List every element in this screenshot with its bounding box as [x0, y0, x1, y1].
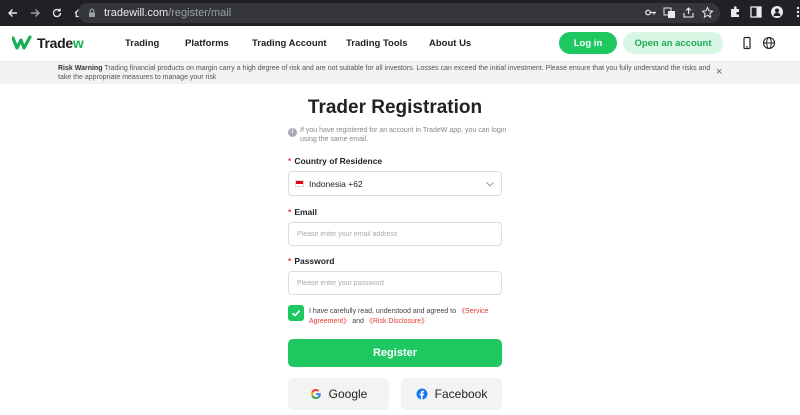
nav-trading-account[interactable]: Trading Account: [252, 38, 327, 49]
logo-mark-icon: [12, 35, 32, 50]
google-signin-button[interactable]: Google: [288, 378, 389, 410]
email-label: * Email: [288, 207, 317, 217]
nav-trading-tools[interactable]: Trading Tools: [346, 38, 408, 49]
risk-warning-title: Risk Warning: [58, 65, 103, 72]
info-icon: i: [288, 128, 297, 137]
nav-trading[interactable]: Trading: [125, 38, 159, 49]
agree-checkbox[interactable]: [288, 305, 304, 321]
info-text: If you have registered for an account in…: [300, 127, 507, 143]
tradew-logo[interactable]: Tradew: [12, 35, 84, 51]
login-button[interactable]: Log in: [559, 32, 617, 54]
facebook-signin-button[interactable]: Facebook: [401, 378, 502, 410]
star-icon[interactable]: [701, 6, 714, 19]
site-header: Tradew Trading Platforms Trading Account…: [0, 26, 800, 62]
extensions-icon[interactable]: [728, 5, 742, 19]
mobile-icon[interactable]: [740, 36, 754, 50]
page-title: Trader Registration: [307, 97, 483, 118]
reload-icon[interactable]: [48, 4, 66, 22]
globe-icon[interactable]: [762, 36, 776, 50]
chevron-down-icon: [486, 182, 494, 187]
email-field[interactable]: [288, 222, 502, 246]
facebook-label: Facebook: [434, 387, 488, 401]
country-label: * Country of Residence: [288, 156, 383, 166]
nav-about-us[interactable]: About Us: [429, 38, 471, 49]
logo-text: Tradew: [37, 35, 84, 51]
facebook-icon: [416, 388, 428, 400]
address-bar[interactable]: tradewill.com/register/mail: [78, 3, 720, 23]
browser-toolbar: tradewill.com/register/mail: [0, 0, 800, 26]
translate-icon[interactable]: [663, 6, 676, 19]
forward-icon[interactable]: [26, 4, 44, 22]
back-icon[interactable]: [4, 4, 22, 22]
country-value: Indonesia +62: [309, 178, 363, 189]
checkmark-icon: [291, 310, 301, 317]
agreement-text: I have carefully read, understood and ag…: [309, 308, 489, 325]
key-icon[interactable]: [644, 6, 657, 19]
profile-icon[interactable]: [770, 5, 784, 19]
password-field[interactable]: [288, 271, 502, 295]
google-icon: [310, 388, 321, 400]
indonesia-flag-icon: [295, 180, 304, 187]
register-button[interactable]: Register: [288, 339, 502, 367]
close-icon[interactable]: ×: [716, 67, 722, 78]
risk-warning-text: Risk Warning Trading financial products …: [58, 65, 711, 81]
address-url: tradewill.com/register/mail: [104, 7, 232, 19]
side-panel-icon[interactable]: [749, 5, 763, 19]
password-label: * Password: [288, 256, 335, 266]
lock-icon: [89, 8, 95, 17]
risk-warning-banner: Risk Warning Trading financial products …: [0, 62, 800, 84]
open-account-button[interactable]: Open an account: [623, 32, 723, 54]
share-icon[interactable]: [682, 6, 695, 19]
country-select[interactable]: Indonesia +62: [288, 171, 502, 196]
google-label: Google: [328, 387, 368, 401]
nav-platforms[interactable]: Platforms: [185, 38, 229, 49]
risk-disclosure-link[interactable]: 《Risk Disclosure》: [366, 318, 428, 325]
menu-icon[interactable]: [791, 5, 800, 19]
